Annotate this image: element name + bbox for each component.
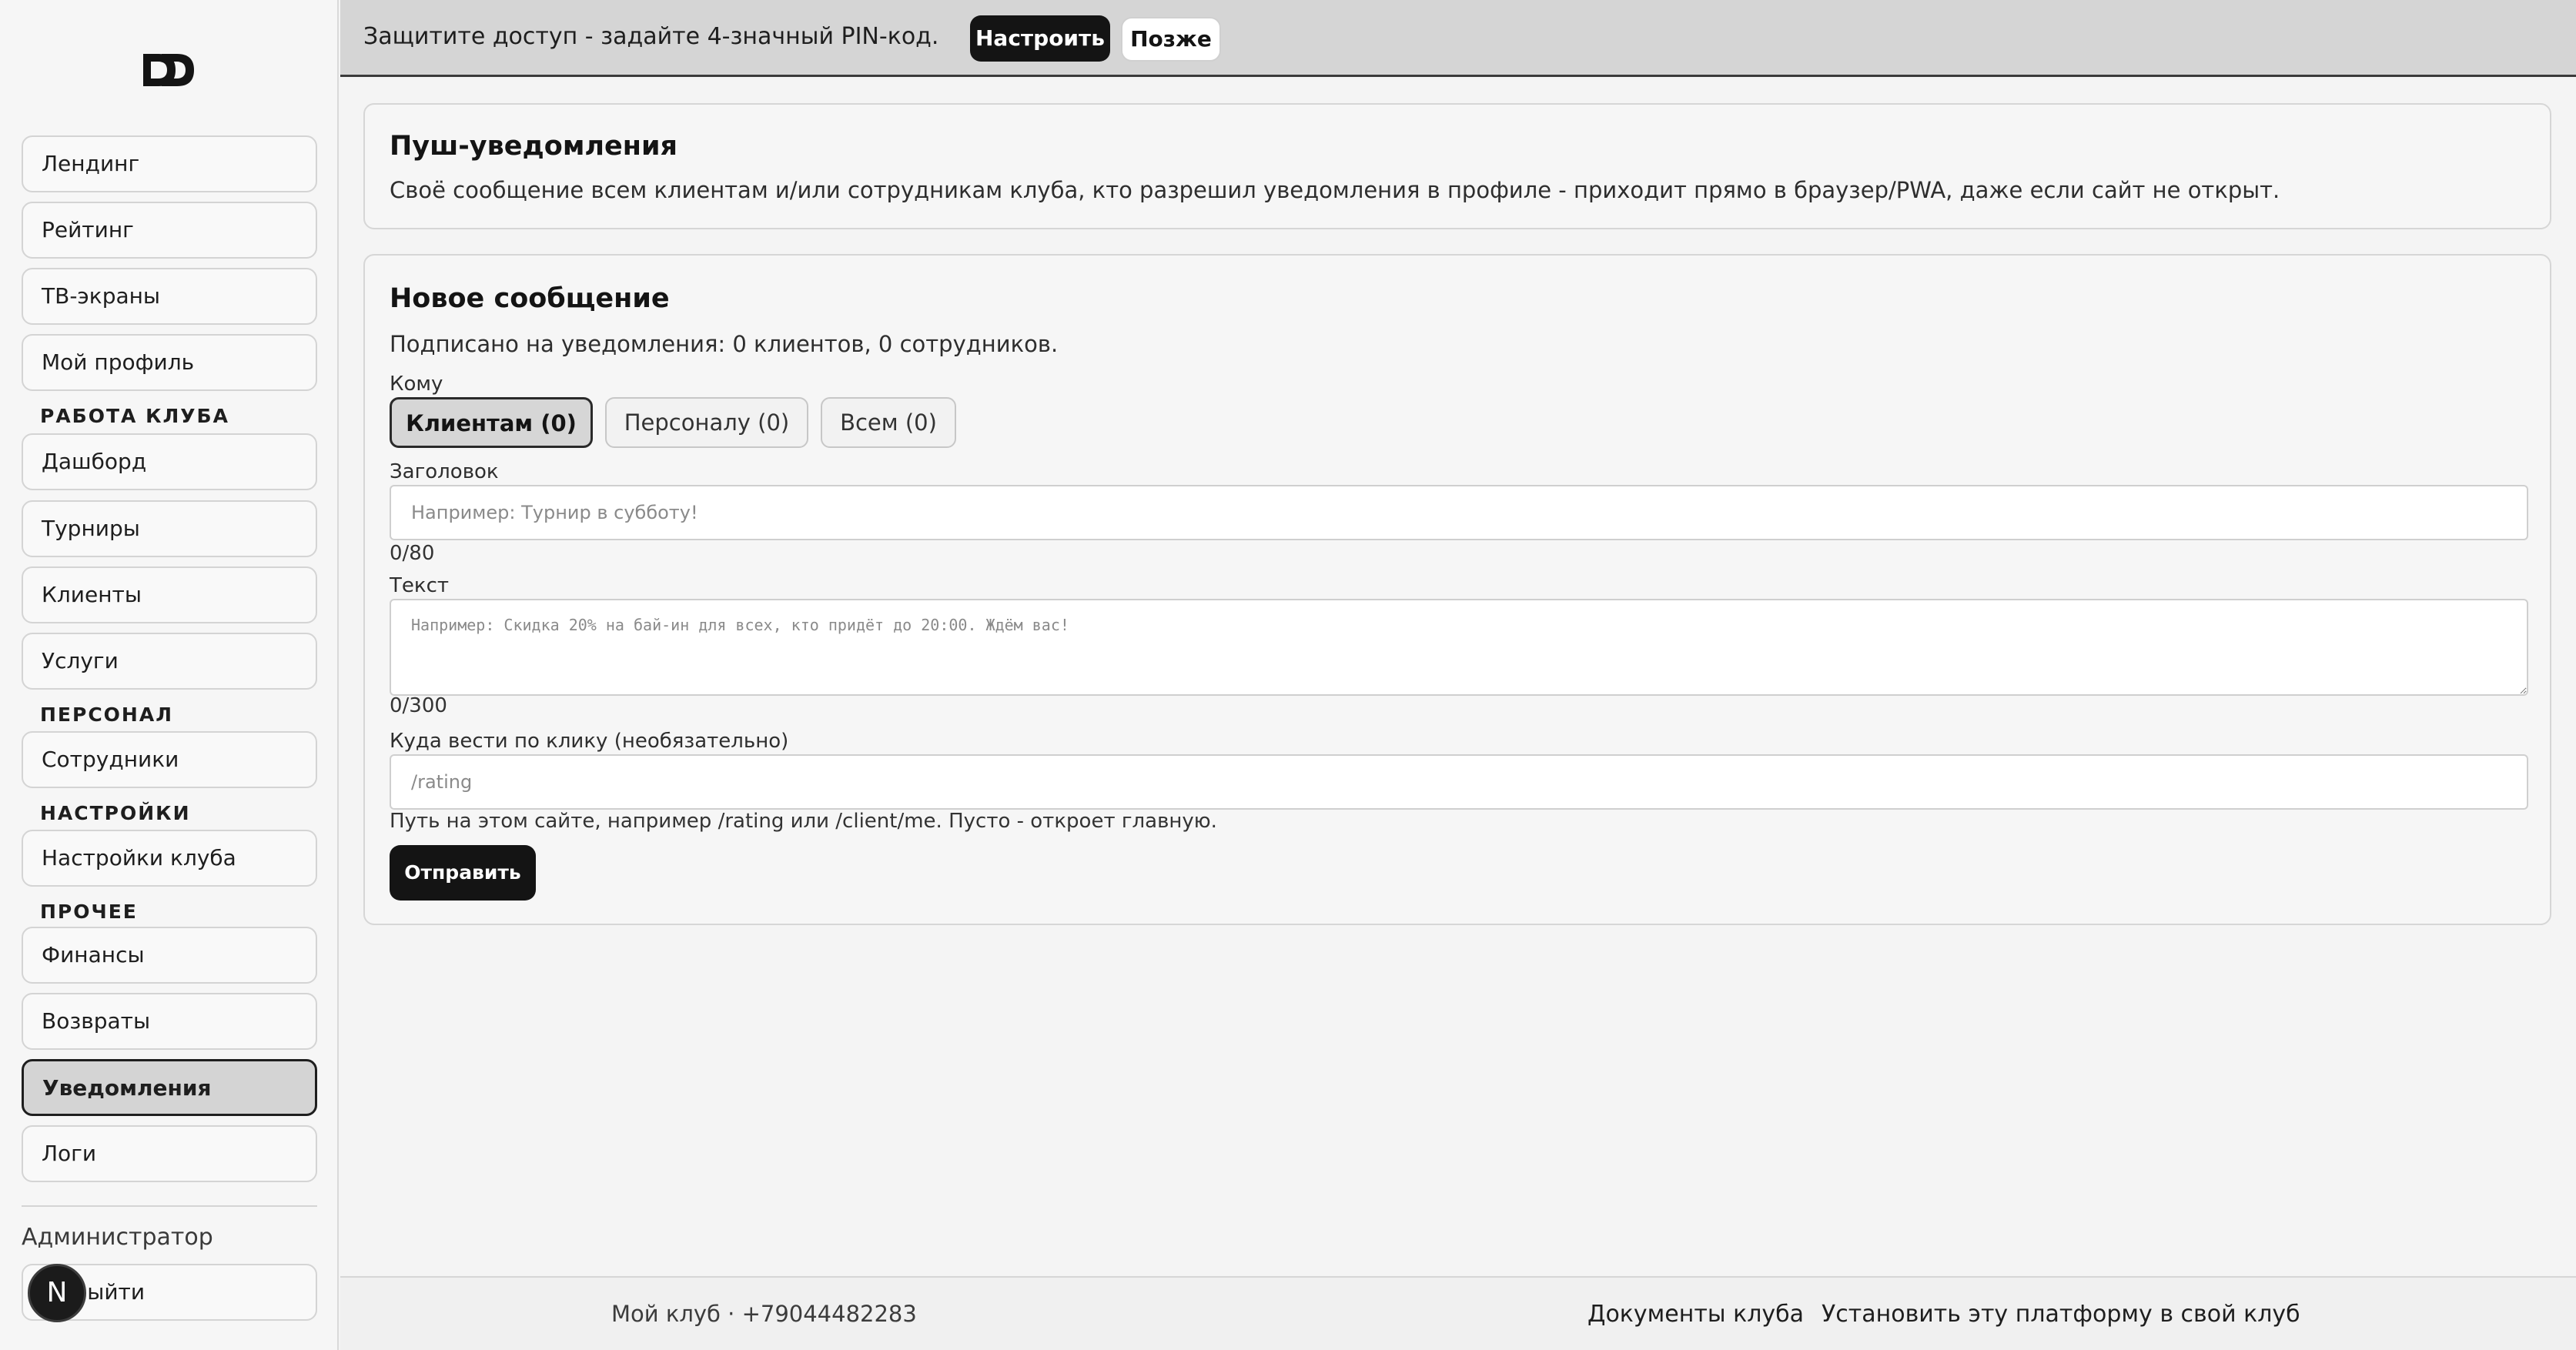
sidebar-item-clients[interactable]: Клиенты bbox=[22, 566, 317, 623]
link-label: Куда вести по клику (необязательно) bbox=[390, 730, 789, 753]
sidebar-item-club-settings[interactable]: Настройки клуба bbox=[22, 830, 317, 887]
later-button[interactable]: Позже bbox=[1121, 17, 1221, 62]
sidebar-divider bbox=[22, 1205, 317, 1207]
recipient-all-button[interactable]: Всем (0) bbox=[821, 397, 956, 448]
sidebar-item-finances[interactable]: Финансы bbox=[22, 927, 317, 984]
user-role-label: Администратор bbox=[22, 1224, 213, 1251]
sidebar-item-tournaments[interactable]: Турниры bbox=[22, 500, 317, 557]
pin-banner-text: Защитите доступ - задайте 4-значный PIN-… bbox=[363, 23, 939, 50]
sidebar-item-my-profile[interactable]: Мой профиль bbox=[22, 334, 317, 391]
sidebar-item-refunds[interactable]: Возвраты bbox=[22, 993, 317, 1050]
sidebar-item-landing[interactable]: Лендинг bbox=[22, 135, 317, 192]
text-input[interactable] bbox=[390, 599, 2528, 696]
link-input[interactable] bbox=[390, 754, 2528, 810]
new-message-title: Новое сообщение bbox=[390, 283, 670, 314]
sidebar-item-dashboard[interactable]: Дашборд bbox=[22, 433, 317, 490]
recipients-label: Кому bbox=[390, 373, 443, 396]
sidebar-item-services[interactable]: Услуги bbox=[22, 633, 317, 690]
push-description: Своё сообщение всем клиентам и/или сотру… bbox=[390, 177, 2280, 203]
new-message-card: Новое сообщение Подписано на уведомления… bbox=[363, 254, 2551, 925]
link-hint: Путь на этом сайте, например /rating или… bbox=[390, 810, 1217, 833]
send-button[interactable]: Отправить bbox=[390, 845, 536, 901]
heading-input[interactable] bbox=[390, 485, 2528, 540]
section-label-other: ПРОЧЕЕ bbox=[40, 901, 138, 923]
footer-install-link[interactable]: Установить эту платформу в свой клуб bbox=[1822, 1301, 2300, 1328]
sidebar-item-rating[interactable]: Рейтинг bbox=[22, 202, 317, 259]
push-notifications-card: Пуш-уведомления Своё сообщение всем клие… bbox=[363, 103, 2551, 229]
sidebar: Лендинг Рейтинг ТВ-экраны Мой профиль РА… bbox=[0, 0, 339, 1350]
text-label: Текст bbox=[390, 574, 450, 597]
club-logo-icon[interactable] bbox=[142, 52, 196, 88]
text-counter: 0/300 bbox=[390, 694, 447, 717]
footer-club-info: Мой клуб · +79044482283 bbox=[611, 1301, 917, 1327]
recipient-clients-button[interactable]: Клиентам (0) bbox=[390, 397, 593, 448]
pin-banner: Защитите доступ - задайте 4-значный PIN-… bbox=[340, 0, 2576, 77]
footer-docs-link[interactable]: Документы клуба bbox=[1587, 1301, 1804, 1328]
footer: Мой клуб · +79044482283 Документы клуба … bbox=[340, 1276, 2576, 1350]
section-label-staff: ПЕРСОНАЛ bbox=[40, 703, 173, 726]
recipient-staff-button[interactable]: Персоналу (0) bbox=[605, 397, 808, 448]
heading-counter: 0/80 bbox=[390, 542, 435, 565]
sidebar-item-logs[interactable]: Логи bbox=[22, 1125, 317, 1182]
sidebar-item-tv-screens[interactable]: ТВ-экраны bbox=[22, 268, 317, 325]
avatar[interactable]: N bbox=[28, 1264, 86, 1322]
setup-pin-button[interactable]: Настроить bbox=[970, 15, 1110, 62]
sidebar-item-employees[interactable]: Сотрудники bbox=[22, 731, 317, 788]
page-title: Пуш-уведомления bbox=[390, 131, 677, 162]
section-label-settings: НАСТРОЙКИ bbox=[40, 802, 191, 824]
heading-label: Заголовок bbox=[390, 460, 499, 483]
sidebar-item-notifications[interactable]: Уведомления bbox=[22, 1059, 317, 1116]
section-label-club-work: РАБОТА КЛУБА bbox=[40, 405, 229, 427]
subscribed-count: Подписано на уведомления: 0 клиентов, 0 … bbox=[390, 331, 1059, 357]
